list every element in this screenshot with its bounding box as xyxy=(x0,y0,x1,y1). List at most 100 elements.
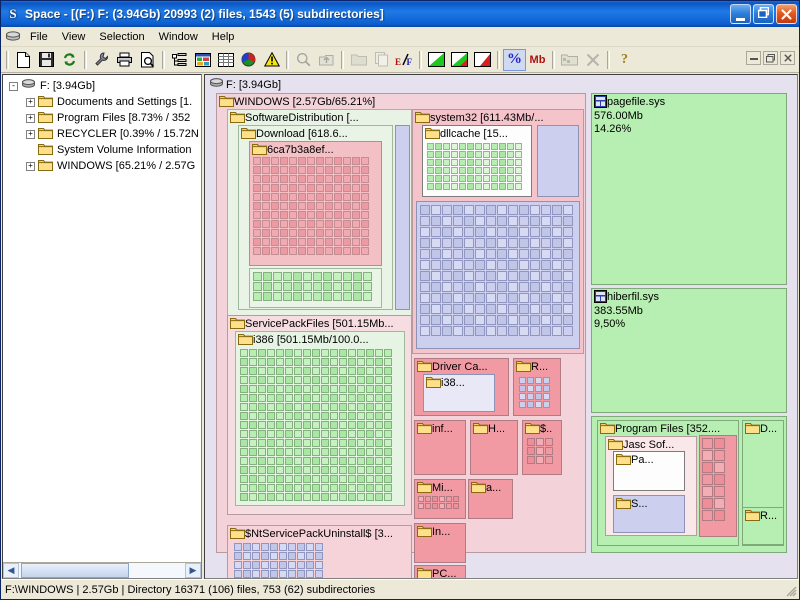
treemap-file-cell[interactable] xyxy=(361,220,369,228)
treemap-file-cell[interactable] xyxy=(451,167,458,174)
treemap-file-cell[interactable] xyxy=(234,570,242,578)
treemap-file-cell[interactable] xyxy=(714,510,725,521)
treemap-file-cell[interactable] xyxy=(475,293,485,303)
treemap-file-cell[interactable] xyxy=(366,412,374,420)
i386-node[interactable]: i386 [501.15Mb/100.0... xyxy=(235,331,405,506)
treemap-file-cell[interactable] xyxy=(271,184,279,192)
treemap-file-cell[interactable] xyxy=(288,561,296,569)
treemap-file-cell[interactable] xyxy=(425,503,431,509)
treemap-file-cell[interactable] xyxy=(508,260,518,270)
treemap-file-cell[interactable] xyxy=(294,403,302,411)
treemap-file-cell[interactable] xyxy=(420,227,430,237)
treemap-file-cell[interactable] xyxy=(330,430,338,438)
treemap-file-cell[interactable] xyxy=(543,385,550,392)
treemap-file-cell[interactable] xyxy=(475,205,485,215)
treemap-file-cell[interactable] xyxy=(361,175,369,183)
treemap-file-cell[interactable] xyxy=(366,358,374,366)
treemap-file-cell[interactable] xyxy=(348,412,356,420)
treemap-file-cell[interactable] xyxy=(552,205,562,215)
treemap-file-cell[interactable] xyxy=(325,193,333,201)
treemap-file-cell[interactable] xyxy=(285,439,293,447)
treemap-file-cell[interactable] xyxy=(312,358,320,366)
treemap-file-cell[interactable] xyxy=(475,271,485,281)
treemap-file-cell[interactable] xyxy=(363,272,372,281)
treemap-file-cell[interactable] xyxy=(497,249,507,259)
treemap-file-cell[interactable] xyxy=(240,475,248,483)
treemap-file-cell[interactable] xyxy=(527,385,534,392)
menu-item-selection[interactable]: Selection xyxy=(92,28,151,46)
treemap-file-cell[interactable] xyxy=(435,183,442,190)
treemap-file-cell[interactable] xyxy=(357,421,365,429)
treemap-file-cell[interactable] xyxy=(519,205,529,215)
scroll-right-arrow[interactable]: ▶ xyxy=(185,563,201,578)
treemap-file-cell[interactable] xyxy=(527,393,534,400)
treemap-file-cell[interactable] xyxy=(541,249,551,259)
treemap-file-cell[interactable] xyxy=(563,282,573,292)
treemap-file-cell[interactable] xyxy=(563,249,573,259)
treemap-view-icon[interactable] xyxy=(191,49,214,71)
expand-toggle-icon[interactable]: + xyxy=(26,161,35,171)
treemap-file-cell[interactable] xyxy=(312,493,320,501)
treemap-file-cell[interactable] xyxy=(258,367,266,375)
treemap-file-cell[interactable] xyxy=(271,247,279,255)
treemap-file-cell[interactable] xyxy=(293,282,302,291)
treemap-file-cell[interactable] xyxy=(519,249,529,259)
treemap-file-cell[interactable] xyxy=(453,304,463,314)
treemap-file-cell[interactable] xyxy=(352,220,360,228)
treemap-file-cell[interactable] xyxy=(384,439,392,447)
treemap-file-cell[interactable] xyxy=(366,421,374,429)
treemap-file-cell[interactable] xyxy=(303,493,311,501)
treemap-file-cell[interactable] xyxy=(427,159,434,166)
treemap-file-cell[interactable] xyxy=(325,175,333,183)
treemap-file-cell[interactable] xyxy=(283,272,292,281)
open-file-icon[interactable] xyxy=(558,49,581,71)
treemap-file-cell[interactable] xyxy=(375,358,383,366)
pa-node[interactable]: Pa... xyxy=(613,451,685,491)
treemap-file-cell[interactable] xyxy=(366,394,374,402)
programfiles-files-node[interactable] xyxy=(699,435,737,537)
treemap-file-cell[interactable] xyxy=(348,394,356,402)
treemap-file-cell[interactable] xyxy=(307,229,315,237)
treemap-file-cell[interactable] xyxy=(240,493,248,501)
treemap-file-cell[interactable] xyxy=(453,205,463,215)
treemap-file-cell[interactable] xyxy=(443,159,450,166)
in-node[interactable]: In... xyxy=(414,523,466,563)
treemap-file-cell[interactable] xyxy=(527,438,535,446)
download-files-node[interactable] xyxy=(249,268,382,308)
treemap-file-cell[interactable] xyxy=(442,282,452,292)
treemap-file-cell[interactable] xyxy=(499,143,506,150)
treemap-file-cell[interactable] xyxy=(352,193,360,201)
treemap-file-cell[interactable] xyxy=(321,484,329,492)
treemap-file-cell[interactable] xyxy=(475,143,482,150)
treemap-file-cell[interactable] xyxy=(307,184,315,192)
treemap-file-cell[interactable] xyxy=(519,260,529,270)
treemap-file-cell[interactable] xyxy=(313,282,322,291)
treemap-file-cell[interactable] xyxy=(467,151,474,158)
treemap-file-cell[interactable] xyxy=(530,304,540,314)
treemap-file-cell[interactable] xyxy=(276,484,284,492)
treemap-file-cell[interactable] xyxy=(384,385,392,393)
treemap-file-cell[interactable] xyxy=(486,249,496,259)
treemap-file-cell[interactable] xyxy=(252,552,260,560)
treemap-file-cell[interactable] xyxy=(357,448,365,456)
treemap-file-cell[interactable] xyxy=(294,376,302,384)
treemap-file-cell[interactable] xyxy=(249,439,257,447)
treemap-file-cell[interactable] xyxy=(702,474,713,485)
treemap-file-cell[interactable] xyxy=(453,227,463,237)
treemap-file-cell[interactable] xyxy=(375,376,383,384)
treemap-file-cell[interactable] xyxy=(280,184,288,192)
treemap-file-cell[interactable] xyxy=(262,175,270,183)
treemap-file-cell[interactable] xyxy=(321,385,329,393)
treemap-file-cell[interactable] xyxy=(334,175,342,183)
treemap-file-cell[interactable] xyxy=(270,561,278,569)
treemap-file-cell[interactable] xyxy=(323,292,332,301)
treemap-file-cell[interactable] xyxy=(530,315,540,325)
treemap-file-cell[interactable] xyxy=(298,229,306,237)
treemap-file-cell[interactable] xyxy=(258,349,266,357)
treemap-file-cell[interactable] xyxy=(432,496,438,502)
treemap-file-cell[interactable] xyxy=(475,326,485,336)
treemap-file-cell[interactable] xyxy=(321,466,329,474)
treemap-file-cell[interactable] xyxy=(279,561,287,569)
treemap-file-cell[interactable] xyxy=(343,220,351,228)
treemap-file-cell[interactable] xyxy=(339,385,347,393)
